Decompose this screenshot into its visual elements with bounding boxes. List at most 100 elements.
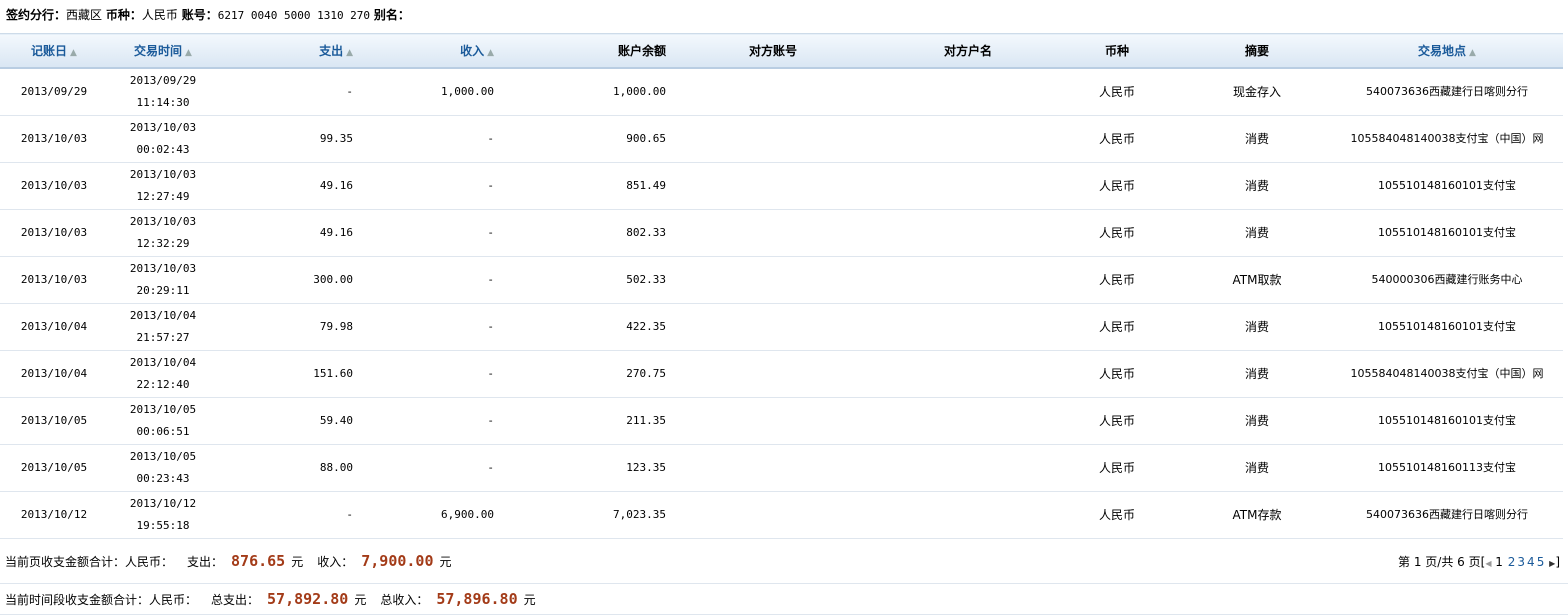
cell-counter-name xyxy=(875,115,1061,163)
page-link[interactable]: 4 xyxy=(1527,555,1535,569)
page-current: 1 xyxy=(1495,554,1503,569)
alias-label: 别名： xyxy=(373,8,410,22)
cell-memo: ATM取款 xyxy=(1173,256,1341,304)
page-out-label: 支出： xyxy=(187,554,224,569)
transaction-time: 12:32:29 xyxy=(136,237,190,250)
transactions-table: 记账日 ▲ 交易时间 ▲ 支出 ▲ 收入 ▲ 账户余额 对方账号 对方户名 币种 摘要 交易地点 ▲ 201… xyxy=(0,33,1563,539)
row-filler xyxy=(1553,115,1563,163)
cell-out: - xyxy=(218,68,358,116)
cell-memo: 现金存入 xyxy=(1173,68,1341,116)
cell-out: 99.35 xyxy=(218,115,358,163)
cell-date: 2013/10/03 xyxy=(0,115,108,163)
cell-time: 2013/10/12 19:55:18 xyxy=(108,491,218,539)
table-row: 2013/10/05 2013/10/05 00:06:51 59.40-211.35… xyxy=(0,397,1563,445)
transaction-date: 2013/09/29 xyxy=(129,74,197,87)
period-summary-label: 当前时间段收支金额合计：人民币： xyxy=(5,592,198,607)
branch-value: 西藏区 xyxy=(66,8,103,22)
cell-out: 49.16 xyxy=(218,209,358,257)
cell-time: 2013/10/04 21:57:27 xyxy=(108,303,218,351)
transaction-date: 2013/10/05 xyxy=(129,450,197,463)
column-header-label: 收入 xyxy=(460,44,485,58)
cell-out: - xyxy=(218,491,358,539)
cell-counter-account xyxy=(671,444,875,492)
unit: 元 xyxy=(523,592,536,607)
transaction-time: 00:02:43 xyxy=(136,143,190,156)
period-summary: 当前时间段收支金额合计：人民币： 总支出： 57,892.80 元 总收入： 57,8… xyxy=(0,584,1568,615)
account-label: 账号： xyxy=(181,8,218,22)
column-header-label: 摘要 xyxy=(1244,44,1269,58)
cell-out: 88.00 xyxy=(218,444,358,492)
transaction-date: 2013/10/04 xyxy=(129,309,197,322)
sort-icon[interactable]: ▲ xyxy=(346,48,353,58)
cell-currency: 人民币 xyxy=(1061,397,1173,445)
cell-balance: 211.35 xyxy=(499,397,671,445)
sort-icon[interactable]: ▲ xyxy=(487,48,494,58)
cell-counter-account xyxy=(671,491,875,539)
table-row: 2013/10/03 2013/10/03 12:32:29 49.16-802.33… xyxy=(0,209,1563,257)
sort-icon[interactable]: ▲ xyxy=(1469,48,1476,58)
cell-currency: 人民币 xyxy=(1061,350,1173,398)
cell-date: 2013/10/04 xyxy=(0,303,108,351)
pager-text: 第 1 页/共 6 页[ xyxy=(1398,554,1486,569)
page-link[interactable]: 5 xyxy=(1537,555,1545,569)
cell-balance: 851.49 xyxy=(499,162,671,210)
page-link[interactable]: 2 xyxy=(1508,555,1516,569)
cell-date: 2013/10/12 xyxy=(0,491,108,539)
account-info: 签约分行：西藏区 币种：人民币 账号：6217 0040 5000 1310 2… xyxy=(0,0,1568,33)
cell-counter-name xyxy=(875,397,1061,445)
column-header-counter-name: 对方户名 xyxy=(875,33,1061,69)
currency-label: 币种： xyxy=(105,8,142,22)
cell-date: 2013/10/05 xyxy=(0,444,108,492)
transaction-time: 00:06:51 xyxy=(136,425,190,438)
cell-counter-account xyxy=(671,162,875,210)
sort-icon[interactable]: ▲ xyxy=(185,48,192,58)
column-header-location[interactable]: 交易地点 ▲ xyxy=(1341,33,1553,69)
prev-page-icon[interactable]: ◀ xyxy=(1485,559,1491,568)
cell-location: 105510148160101支付宝 xyxy=(1341,303,1553,351)
page-link[interactable]: 3 xyxy=(1517,555,1525,569)
sort-icon[interactable]: ▲ xyxy=(70,48,77,58)
column-header-date[interactable]: 记账日 ▲ xyxy=(0,33,108,69)
column-header-counter-account: 对方账号 xyxy=(671,33,875,69)
cell-location: 105510148160101支付宝 xyxy=(1341,209,1553,257)
transaction-date: 2013/10/03 xyxy=(129,215,197,228)
transaction-time: 11:14:30 xyxy=(136,96,190,109)
transaction-time: 22:12:40 xyxy=(136,378,190,391)
cell-in: - xyxy=(358,350,499,398)
cell-in: - xyxy=(358,256,499,304)
table-row: 2013/10/03 2013/10/03 00:02:43 99.35-900.65… xyxy=(0,115,1563,163)
cell-memo: 消费 xyxy=(1173,115,1341,163)
cell-memo: ATM存款 xyxy=(1173,491,1341,539)
cell-counter-name xyxy=(875,68,1061,116)
row-filler xyxy=(1553,397,1563,445)
transaction-date: 2013/10/03 xyxy=(129,121,197,134)
page-summary-label: 当前页收支金额合计：人民币： xyxy=(5,554,174,569)
row-filler xyxy=(1553,209,1563,257)
cell-currency: 人民币 xyxy=(1061,491,1173,539)
unit: 元 xyxy=(354,592,367,607)
row-filler xyxy=(1553,68,1563,116)
period-out-amount: 57,892.80 xyxy=(267,590,349,608)
cell-currency: 人民币 xyxy=(1061,303,1173,351)
transaction-date: 2013/10/12 xyxy=(129,497,197,510)
cell-counter-name xyxy=(875,256,1061,304)
cell-out: 59.40 xyxy=(218,397,358,445)
table-row: 2013/10/03 2013/10/03 12:27:49 49.16-851.49… xyxy=(0,162,1563,210)
cell-memo: 消费 xyxy=(1173,303,1341,351)
cell-out: 49.16 xyxy=(218,162,358,210)
cell-in: - xyxy=(358,115,499,163)
column-header-label: 支出 xyxy=(319,44,344,58)
period-in-amount: 57,896.80 xyxy=(436,590,518,608)
cell-time: 2013/10/05 00:23:43 xyxy=(108,444,218,492)
cell-date: 2013/10/04 xyxy=(0,350,108,398)
cell-counter-name xyxy=(875,209,1061,257)
column-header-in[interactable]: 收入 ▲ xyxy=(358,33,499,69)
column-header-out[interactable]: 支出 ▲ xyxy=(218,33,358,69)
column-header-label: 交易时间 xyxy=(134,44,183,58)
cell-memo: 消费 xyxy=(1173,350,1341,398)
table-row: 2013/10/04 2013/10/04 22:12:40 151.60-270.7… xyxy=(0,350,1563,398)
cell-date: 2013/09/29 xyxy=(0,68,108,116)
cell-counter-name xyxy=(875,444,1061,492)
cell-in: - xyxy=(358,444,499,492)
column-header-time[interactable]: 交易时间 ▲ xyxy=(108,33,218,69)
